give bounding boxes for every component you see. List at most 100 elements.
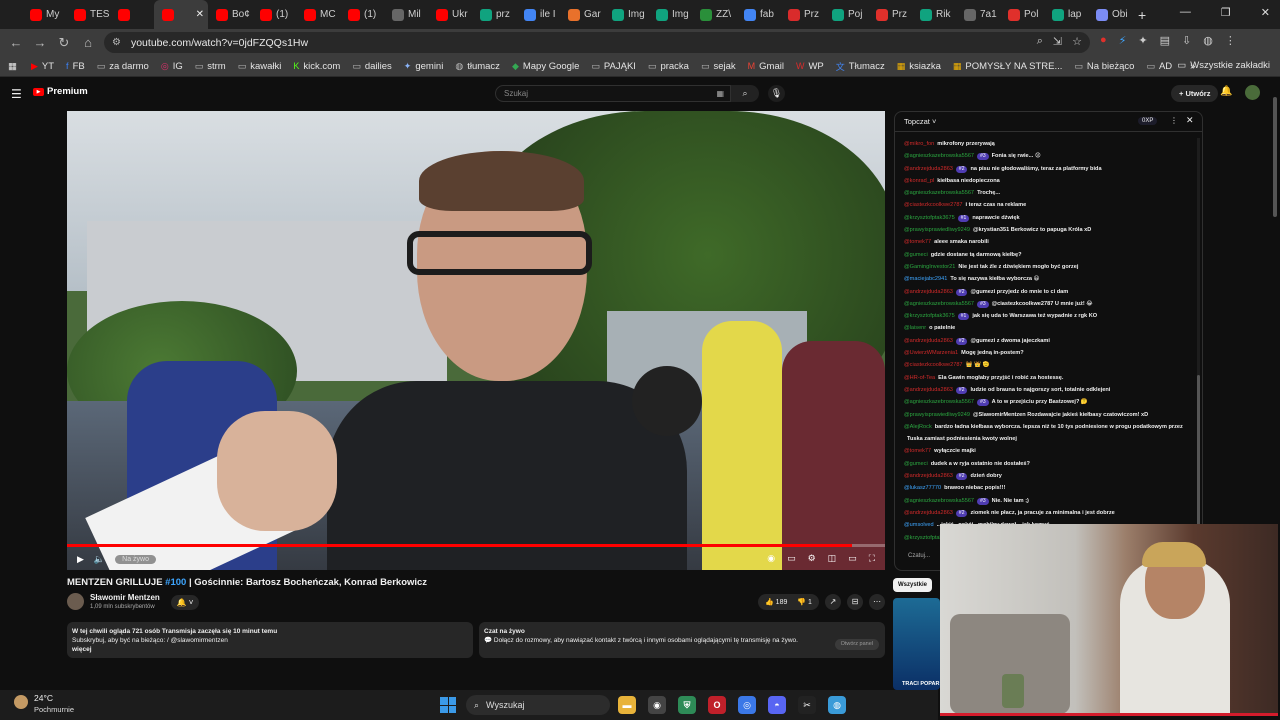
chat-username[interactable]: @andrzejduda2863 [904, 289, 953, 295]
live-badge[interactable]: Na żywo [115, 555, 156, 564]
apps-grid-icon[interactable]: ▦ [8, 61, 17, 72]
bookmark-item[interactable]: ✦ gemini [404, 60, 444, 73]
tab-16[interactable]: fab [736, 0, 780, 29]
chat-username[interactable]: @agnieszkazebrowska5567 [904, 498, 974, 504]
points-badge[interactable]: 0XP [1138, 117, 1158, 125]
tab-3[interactable]: ✕ [154, 0, 208, 29]
chat-username[interactable]: @andrzejduda2863 [904, 166, 953, 172]
voice-search-button[interactable]: 🎙 [768, 85, 785, 102]
tab-18[interactable]: Poj [824, 0, 868, 29]
tab-24[interactable]: Obi [1088, 0, 1132, 29]
bookmark-item[interactable]: ◆ Mapy Google [512, 60, 579, 73]
tab-1[interactable]: TES [66, 0, 110, 29]
chat-username[interactable]: @andrzejduda2863 [904, 387, 953, 393]
chat-username[interactable]: @AlejRock [904, 424, 932, 430]
record-icon[interactable]: ● [1100, 34, 1107, 47]
miniplayer-icon[interactable]: ◫ [828, 553, 837, 564]
bookmark-item[interactable]: ▭ PAJĄKI [591, 60, 636, 73]
tab-7[interactable]: (1) [340, 0, 384, 29]
bookmark-item[interactable]: ▭ AD [1146, 60, 1172, 73]
shield-app-icon[interactable]: ⛨ [678, 696, 696, 714]
avatar[interactable] [1245, 85, 1260, 100]
tab-2[interactable] [110, 0, 154, 29]
sidebar-icon[interactable]: ▤ [1160, 34, 1170, 47]
chat-more-icon[interactable]: ⋮ [1170, 116, 1178, 125]
chat-username[interactable]: @gumeci [904, 252, 928, 258]
bookmark-item[interactable]: ▭ pracka [648, 60, 689, 73]
chat-username[interactable]: @agnieszkazebrowska5567 [904, 153, 974, 159]
bookmark-item[interactable]: ▭ sejak [701, 60, 736, 73]
chat-mode-dropdown[interactable]: Topczat ˅ [904, 117, 936, 126]
chat-username[interactable]: @maciejabc2941 [904, 276, 947, 282]
chat-username[interactable]: @agnieszkazebrowska5567 [904, 301, 974, 307]
tab-6[interactable]: MC [296, 0, 340, 29]
tab-13[interactable]: Img [604, 0, 648, 29]
chat-username[interactable]: @prawyisprawiedliwy9249 [904, 227, 970, 233]
chat-username[interactable]: @andrzejduda2863 [904, 473, 953, 479]
chat-input[interactable]: Czatuj... [894, 547, 940, 567]
more-actions-icon[interactable]: ⋯ [868, 594, 885, 610]
chat-username[interactable]: @UwierzWMarzenia1 [904, 350, 958, 356]
bookmark-item[interactable]: W WP [796, 60, 824, 73]
chat-username[interactable]: @agnieszkazebrowska5567 [904, 190, 974, 196]
search-button[interactable]: ⌕ [731, 85, 759, 102]
tab-23[interactable]: lap [1044, 0, 1088, 29]
install-icon[interactable]: ⇲ [1053, 35, 1062, 48]
open-panel-button[interactable]: Otwórz panel [834, 639, 879, 650]
tab-22[interactable]: Pol [1000, 0, 1044, 29]
chat-username[interactable]: @krzysztofptak3675 [904, 313, 955, 319]
chat-username[interactable]: @andrzejduda2863 [904, 338, 953, 344]
bookmark-star-icon[interactable]: ☆ [1072, 35, 1082, 48]
new-tab-button[interactable]: + [1138, 7, 1146, 23]
hamburger-menu-icon[interactable]: ☰ [11, 87, 22, 101]
bookmark-item[interactable]: ▭ Na bieżąco [1074, 60, 1134, 73]
share-icon[interactable]: ↗ [824, 594, 841, 610]
bookmark-item[interactable]: Kkick.com [293, 60, 340, 73]
tab-11[interactable]: ile I [516, 0, 560, 29]
bookmark-item[interactable]: ▦ POMYSŁY NA STRE... [953, 60, 1062, 73]
home-icon[interactable]: ⌂ [76, 35, 100, 50]
description-more-link[interactable]: więcej [72, 646, 92, 653]
subscription-bell-button[interactable]: 🔔 ˅ [171, 595, 199, 610]
close-chat-icon[interactable]: ✕ [1186, 115, 1194, 126]
related-video-thumbnail[interactable]: TRACI POPAR [893, 598, 940, 690]
tab-4[interactable]: Bo¢ [208, 0, 252, 29]
back-icon[interactable]: ← [4, 35, 28, 50]
obs-icon[interactable]: ◉ [648, 696, 666, 714]
subtitles-icon[interactable]: ▭ [787, 553, 796, 564]
tab-8[interactable]: Mil [384, 0, 428, 29]
autoplay-icon[interactable]: ◉ [767, 553, 775, 564]
play-icon[interactable]: ▶ [77, 554, 84, 565]
tab-19[interactable]: Prz [868, 0, 912, 29]
notifications-bell-icon[interactable]: 🔔 [1220, 86, 1232, 97]
fullscreen-icon[interactable]: ⛶ [869, 553, 875, 564]
chat-username[interactable]: @ciastezkcoolkwe2787 [904, 202, 963, 208]
dislike-button[interactable]: 👎 1 [797, 598, 812, 606]
windows-start-icon[interactable] [440, 697, 456, 713]
bookmark-item[interactable]: ◍ tłumacz [455, 60, 500, 73]
chat-scrollbar[interactable] [1197, 138, 1200, 538]
extension-icon[interactable]: ⚡ [1119, 34, 1127, 47]
page-scrollbar[interactable] [1270, 85, 1280, 685]
chrome-icon[interactable]: ◎ [738, 696, 756, 714]
bookmark-item[interactable]: ▶ YT [31, 60, 54, 73]
keyboard-icon[interactable]: ▦ [716, 86, 724, 101]
close-window-icon[interactable]: ✕ [1261, 6, 1270, 19]
extension-puzzle-icon[interactable]: ✦ [1138, 34, 1147, 47]
search-input[interactable]: Szukaj ▦ [495, 85, 731, 102]
discord-icon[interactable]: ◓ [768, 696, 786, 714]
tab-10[interactable]: prz [472, 0, 516, 29]
taskbar-search[interactable]: ⌕ Wyszukaj [466, 695, 610, 715]
page-scrollbar-thumb[interactable] [1273, 97, 1277, 217]
bookmark-item[interactable]: M Gmail [748, 60, 784, 73]
download-icon[interactable]: ⇩ [1182, 34, 1191, 47]
chat-username[interactable]: @ciastezkcoolkwe2787 [904, 362, 963, 368]
chat-username[interactable]: @umsolved [904, 522, 934, 528]
chat-username[interactable]: @tomek77 [904, 448, 931, 454]
chat-username[interactable]: @andrzejduda2863 [904, 510, 953, 516]
video-progress-bar[interactable] [67, 544, 885, 547]
settings-gear-icon[interactable]: ⚙ [808, 553, 816, 564]
chat-username[interactable]: @krzysztofptak3675 [904, 215, 955, 221]
filter-chip-all[interactable]: Wszystkie [893, 578, 933, 592]
tab-21[interactable]: 7a1 [956, 0, 1000, 29]
